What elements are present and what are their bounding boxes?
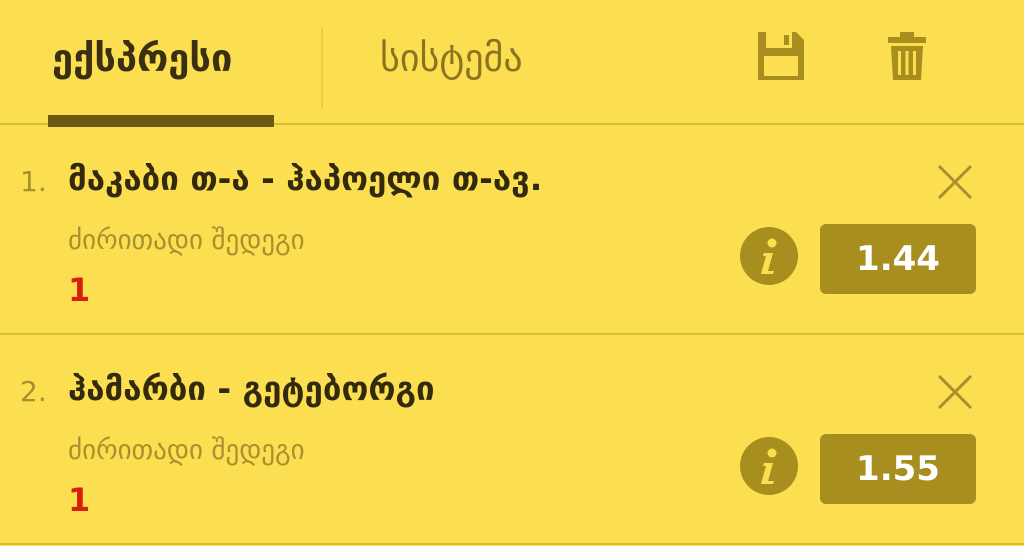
market-name: ძირითადი შედეგი — [68, 435, 305, 466]
info-icon — [761, 448, 777, 484]
odds-button[interactable]: 1.55 — [820, 434, 976, 504]
betslip-header: ექსპრესი სისტემა — [0, 0, 1024, 127]
bet-item: 1. მაკაბი თ-ა - ჰაპოელი თ-ავ. ძირითადი შ… — [0, 127, 1024, 335]
close-icon — [937, 164, 973, 200]
clear-all-button[interactable] — [882, 30, 932, 82]
bet-item: 2. ჰამარბი - გეტებორგი ძირითადი შედეგი 1… — [0, 337, 1024, 545]
trash-icon — [888, 32, 926, 80]
selected-outcome: 1 — [68, 481, 91, 519]
odds-button[interactable]: 1.44 — [820, 224, 976, 294]
bet-index: 1. — [20, 165, 47, 198]
floppy-disk-icon — [758, 32, 804, 80]
remove-bet-button[interactable] — [936, 163, 974, 201]
market-name: ძირითადი შედეგი — [68, 225, 305, 256]
match-title: მაკაბი თ-ა - ჰაპოელი თ-ავ. — [68, 159, 543, 198]
tab-express[interactable]: ექსპრესი — [52, 30, 232, 86]
info-button[interactable] — [740, 227, 798, 285]
selected-outcome: 1 — [68, 271, 91, 309]
save-button[interactable] — [756, 30, 806, 82]
info-icon — [761, 238, 777, 274]
close-icon — [937, 374, 973, 410]
remove-bet-button[interactable] — [936, 373, 974, 411]
info-button[interactable] — [740, 437, 798, 495]
active-tab-indicator — [48, 115, 274, 127]
match-title: ჰამარბი - გეტებორგი — [68, 369, 435, 408]
tab-divider — [321, 28, 323, 108]
bet-index: 2. — [20, 375, 47, 408]
tab-system[interactable]: სისტემა — [380, 30, 523, 86]
